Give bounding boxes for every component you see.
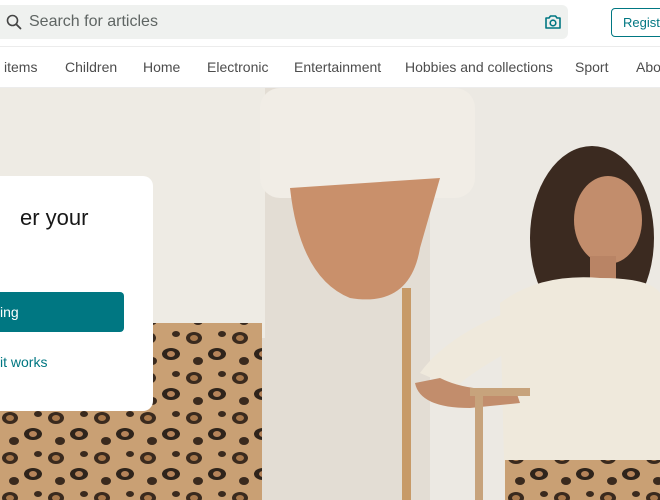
- category-item[interactable]: Abo: [636, 59, 660, 75]
- search-input[interactable]: [29, 7, 509, 37]
- category-item[interactable]: Sport: [575, 59, 608, 75]
- how-it-works-link[interactable]: it works: [0, 354, 47, 370]
- search-bar[interactable]: [0, 5, 568, 39]
- top-header: Registe: [0, 0, 660, 46]
- hero-title: er your: [20, 205, 89, 230]
- category-item[interactable]: Home: [143, 59, 180, 75]
- category-item[interactable]: items: [4, 59, 37, 75]
- category-item[interactable]: Entertainment: [294, 59, 381, 75]
- category-item[interactable]: Hobbies and collections: [405, 59, 553, 75]
- camera-icon[interactable]: [544, 14, 562, 30]
- category-nav: items Children Home Electronic Entertain…: [0, 46, 660, 88]
- category-item[interactable]: Children: [65, 59, 117, 75]
- search-icon: [6, 14, 22, 30]
- register-button[interactable]: Registe: [611, 8, 660, 37]
- category-item[interactable]: Electronic: [207, 59, 268, 75]
- start-selling-button[interactable]: ing: [0, 292, 124, 332]
